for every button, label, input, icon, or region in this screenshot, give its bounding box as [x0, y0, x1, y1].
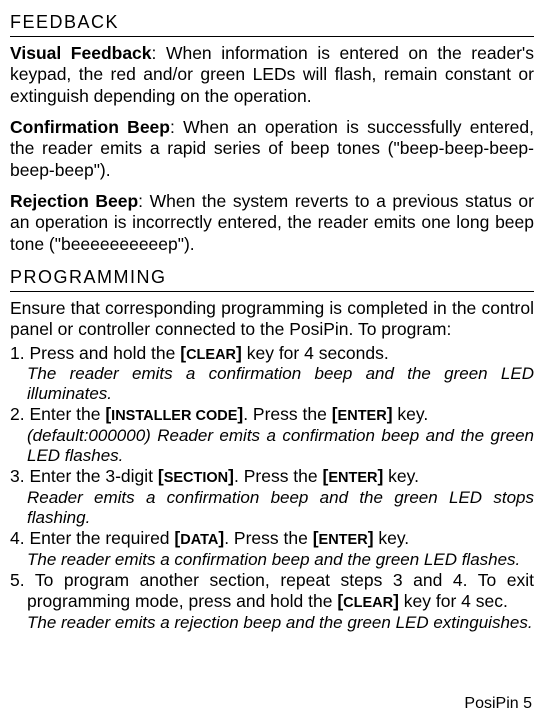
step-5-key: CLEAR — [343, 595, 393, 611]
step-5-note: The reader emits a rejection beep and th… — [27, 613, 534, 633]
step-1-key: CLEAR — [186, 347, 236, 363]
step-2-key1: INSTALLER CODE — [111, 408, 237, 424]
step-3-text-a: 3. Enter the 3-digit — [10, 466, 158, 486]
programming-heading: PROGRAMMING — [10, 267, 534, 289]
step-3-note: Reader emits a confirmation beep and the… — [27, 488, 534, 528]
feedback-heading: FEEDBACK — [10, 12, 534, 34]
visual-feedback-label: Visual Feedback — [10, 43, 152, 63]
step-3-text-c: key. — [383, 466, 419, 486]
step-2-text-a: 2. Enter the — [10, 404, 105, 424]
step-4-note: The reader emits a confirmation beep and… — [27, 550, 534, 570]
step-4: 4. Enter the required [DATA]. Press the … — [10, 528, 534, 550]
step-4-text-c: key. — [374, 528, 410, 548]
programming-intro: Ensure that corresponding programming is… — [10, 298, 534, 341]
step-3-text-b: . Press the — [234, 466, 323, 486]
page-footer: PosiPin 5 — [464, 694, 532, 714]
step-3-key2: ENTER — [328, 470, 377, 486]
step-4-key2: ENTER — [319, 532, 368, 548]
step-3: 3. Enter the 3-digit [SECTION]. Press th… — [10, 466, 534, 488]
step-2-key2: ENTER — [338, 408, 387, 424]
confirmation-beep-label: Confirmation Beep — [10, 117, 170, 137]
step-4-key1: DATA — [180, 532, 218, 548]
step-4-text-a: 4. Enter the required — [10, 528, 174, 548]
rejection-beep-label: Rejection Beep — [10, 191, 138, 211]
step-1-note: The reader emits a confirmation beep and… — [27, 364, 534, 404]
step-2: 2. Enter the [INSTALLER CODE]. Press the… — [10, 404, 534, 426]
step-2-text-b: . Press the — [243, 404, 332, 424]
rejection-beep-paragraph: Rejection Beep: When the system reverts … — [10, 191, 534, 255]
step-2-text-c: key. — [393, 404, 429, 424]
step-3-key1: SECTION — [164, 470, 228, 486]
confirmation-beep-paragraph: Confirmation Beep: When an operation is … — [10, 117, 534, 181]
heading-rule-1 — [10, 36, 534, 37]
step-5: 5. To program another section, repeat st… — [10, 570, 534, 613]
visual-feedback-paragraph: Visual Feedback: When information is ent… — [10, 43, 534, 107]
step-4-text-b: . Press the — [224, 528, 313, 548]
step-1: 1. Press and hold the [CLEAR] key for 4 … — [10, 343, 534, 365]
heading-rule-2 — [10, 291, 534, 292]
step-1-text-b: key for 4 seconds. — [242, 343, 389, 363]
step-1-text-a: 1. Press and hold the — [10, 343, 180, 363]
step-2-note: (default:000000) Reader emits a confirma… — [27, 426, 534, 466]
step-5-text-b: key for 4 sec. — [399, 591, 508, 611]
